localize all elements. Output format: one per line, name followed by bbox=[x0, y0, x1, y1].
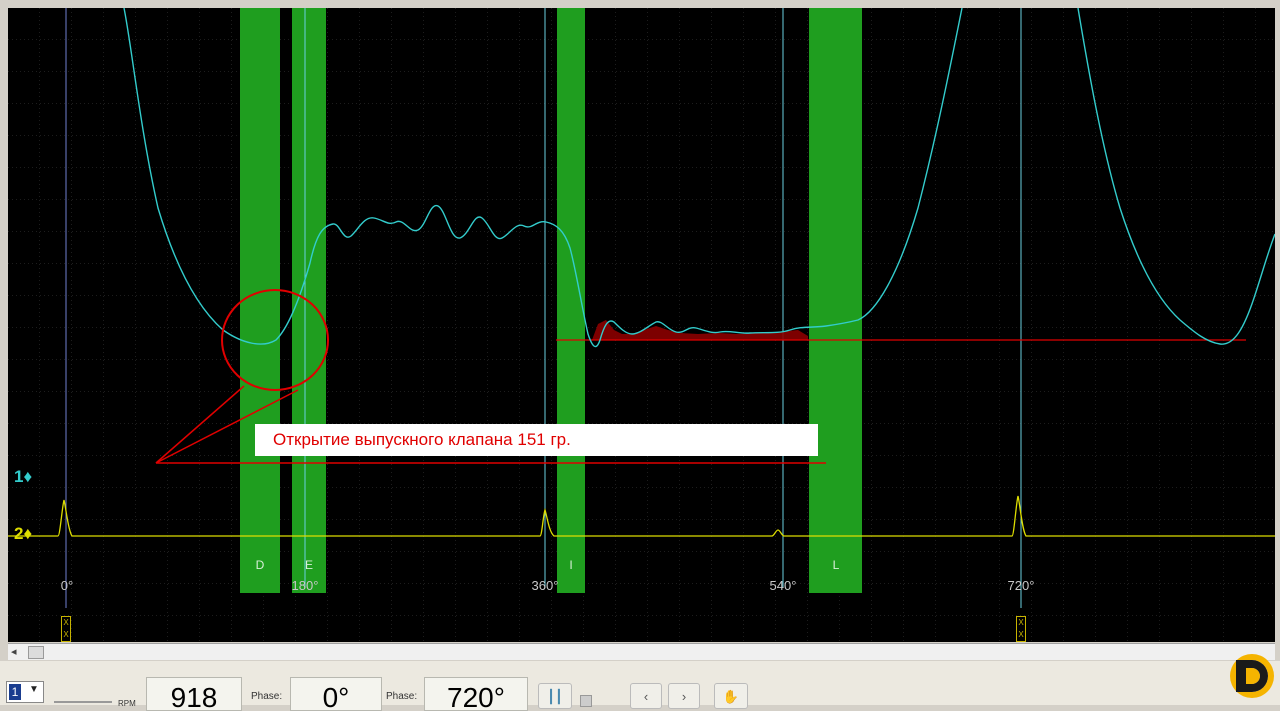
phase-2-value[interactable]: 720° bbox=[424, 677, 528, 711]
next-button[interactable]: › bbox=[668, 683, 700, 709]
phase-1-value[interactable]: 0° bbox=[290, 677, 382, 711]
degree-label-720: 720° bbox=[1007, 578, 1035, 593]
channel-select[interactable]: 1 ▼ bbox=[6, 681, 44, 703]
cursor-tool-icon: ┃┃ bbox=[547, 689, 563, 704]
bottom-toolbar: 1 ▼ RPM 918 Phase: 0° Phase: 720° ┃┃ ‹ ›… bbox=[0, 661, 1280, 711]
rpm-value: 918 bbox=[146, 677, 242, 711]
logo-icon bbox=[1230, 654, 1274, 698]
cursor-handle-left[interactable]: XX bbox=[61, 616, 71, 642]
dropdown-arrow-icon: ▼ bbox=[29, 684, 39, 695]
zone-label-e: E bbox=[304, 558, 314, 572]
channel-2-label[interactable]: 2♦ bbox=[14, 524, 32, 544]
hand-tool-icon: ✋ bbox=[722, 689, 740, 704]
annotation-text-box: Открытие выпускного клапана 151 гр. bbox=[255, 424, 818, 456]
divider bbox=[54, 701, 112, 703]
prev-button[interactable]: ‹ bbox=[630, 683, 662, 709]
horizontal-scrollbar[interactable]: ◂ bbox=[8, 643, 1275, 660]
cursor-tool-button[interactable]: ┃┃ bbox=[538, 683, 572, 709]
cursor-handle-right[interactable]: XX bbox=[1016, 616, 1026, 642]
oscilloscope-plot[interactable]: 1♦ 2♦ D E I L 0° 180° 360° 540° 720° XX … bbox=[8, 8, 1275, 642]
hand-tool-button[interactable]: ✋ bbox=[714, 683, 748, 709]
degree-label-0: 0° bbox=[60, 578, 74, 593]
scroll-thumb[interactable] bbox=[28, 646, 44, 659]
zone-d bbox=[240, 8, 280, 593]
degree-label-180: 180° bbox=[291, 578, 319, 593]
zone-l bbox=[809, 8, 862, 593]
zone-label-l: L bbox=[832, 558, 840, 572]
degree-label-360: 360° bbox=[531, 578, 559, 593]
grid bbox=[8, 8, 1275, 642]
phase-1-label: Phase: bbox=[251, 691, 283, 702]
rpm-label: RPM bbox=[118, 699, 136, 708]
scroll-left-arrow-icon[interactable]: ◂ bbox=[11, 645, 17, 658]
channel-1-label[interactable]: 1♦ bbox=[14, 467, 32, 487]
channel-select-value: 1 bbox=[9, 684, 21, 700]
degree-label-540: 540° bbox=[769, 578, 797, 593]
oscilloscope-graph bbox=[8, 8, 1275, 642]
zone-label-d: D bbox=[255, 558, 265, 572]
phase-2-label: Phase: bbox=[386, 691, 418, 702]
option-checkbox[interactable] bbox=[580, 695, 592, 707]
zone-label-i: I bbox=[569, 558, 573, 572]
